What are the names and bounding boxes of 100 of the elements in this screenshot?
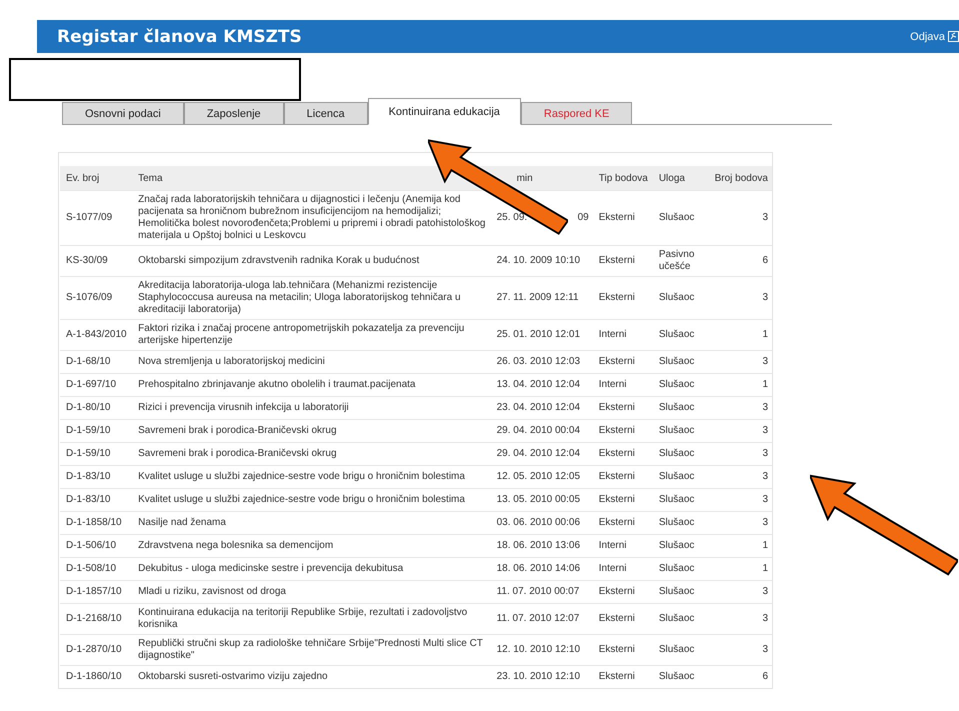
table-cell: Eksterni: [592, 512, 653, 534]
table-cell: A-1-843/2010: [60, 320, 132, 350]
table-cell: Eksterni: [592, 466, 653, 488]
table-cell: Pasivno učešće: [652, 246, 708, 276]
table-cell: 03. 06. 2010 00:06: [490, 512, 593, 534]
tab[interactable]: Zaposlenje: [184, 102, 284, 124]
table-cell: Slušaoc: [652, 420, 708, 442]
table-cell: 3: [708, 190, 772, 246]
table-cell: Eksterni: [592, 420, 653, 442]
table-cell: Mladi u riziku, zavisnost od droga: [132, 580, 491, 604]
table-cell: 12. 10. 2010 12:10: [490, 634, 593, 666]
table-cell: Faktori rizika i značaj procene antropometrijskih pokazatelja za prevenciju arterijske hipertenzije: [132, 320, 491, 350]
table-cell: D-1-59/10: [60, 420, 132, 442]
table-cell: S-1077/09: [60, 190, 132, 246]
table-cell: Kvalitet usluge u službi zajednice-sestre vode brigu o hroničnim bolestima: [132, 488, 491, 512]
table-cell: D-1-508/10: [60, 558, 132, 580]
table-cell: Akreditacija laboratorija-uloga lab.tehničara (Mehanizmi rezistencije Staphylococcusa aureusa na metacilin; Uloga laboratorijskog tehničara u akreditaciji laboratorija): [132, 276, 491, 320]
tab[interactable]: Licenca: [284, 102, 368, 124]
table-cell: Eksterni: [592, 634, 653, 666]
table-cell: 6: [708, 666, 772, 688]
table-cell: Oktobarski simpozijum zdravstvenih radnika Korak u budućnost: [132, 246, 491, 276]
table-cell: 1: [708, 374, 772, 396]
table-cell: Slušaoc: [652, 190, 708, 246]
table-cell: 3: [708, 442, 772, 466]
table-cell: Slušaoc: [652, 276, 708, 320]
table-cell: 18. 06. 2010 14:06: [490, 558, 593, 580]
table-cell: 1: [708, 534, 772, 558]
table-cell: Eksterni: [592, 666, 653, 688]
table-cell: 1: [708, 320, 772, 350]
table-cell: Nova stremljenja u laboratorijskoj medicini: [132, 350, 491, 374]
table-cell: Eksterni: [592, 190, 653, 246]
table-cell: D-1-59/10: [60, 442, 132, 466]
table-cell: 23. 04. 2010 12:04: [490, 396, 593, 420]
table-cell: Savremeni brak i porodica-Braničevski okrug: [132, 442, 491, 466]
table-cell: 3: [708, 604, 772, 634]
table-cell: Eksterni: [592, 396, 653, 420]
tab[interactable]: Osnovni podaci: [62, 102, 184, 124]
table-cell: Slušaoc: [652, 666, 708, 688]
table-cell: 25. 01. 2010 12:01: [490, 320, 593, 350]
table-cell: Slušaoc: [652, 396, 708, 420]
table-cell: Slušaoc: [652, 512, 708, 534]
table-cell: Rizici i prevencija virusnih infekcija u laboratoriji: [132, 396, 491, 420]
table-cell: Interni: [592, 558, 653, 580]
table-cell: Slušaoc: [652, 534, 708, 558]
table-cell: Slušaoc: [652, 604, 708, 634]
table-cell: 3: [708, 420, 772, 442]
column-header: Tip bodova: [592, 166, 653, 190]
table-cell: Slušaoc: [652, 580, 708, 604]
column-header: Ev. broj: [60, 166, 132, 190]
table-cell: Republički stručni skup za radiološke tehničare Srbije"Prednosti Multi slice CT dijagnostike": [132, 634, 491, 666]
table-cell: 27. 11. 2009 12:11: [490, 276, 593, 320]
table-cell: Slušaoc: [652, 634, 708, 666]
tab[interactable]: Kontinuirana edukacija: [368, 98, 521, 125]
table-cell: Slušaoc: [652, 442, 708, 466]
table-cell: Nasilje nad ženama: [132, 512, 491, 534]
table-cell: Dekubitus - uloga medicinske sestre i prevencija dekubitusa: [132, 558, 491, 580]
table-cell: 3: [708, 466, 772, 488]
table-cell: 09: [578, 212, 589, 224]
table-cell: Slušaoc: [652, 558, 708, 580]
app-title: Registar članova KMSZTS: [57, 26, 302, 46]
table-cell: 3: [708, 276, 772, 320]
table-cell: 3: [708, 396, 772, 420]
table-cell: Slušaoc: [652, 488, 708, 512]
table-cell: D-1-68/10: [60, 350, 132, 374]
table-cell: Slušaoc: [652, 320, 708, 350]
table-cell: Eksterni: [592, 488, 653, 512]
table-cell: Interni: [592, 374, 653, 396]
table-cell: Značaj rada laboratorijskih tehničara u dijagnostici i lečenju (Anemija kod pacijenata sa hroničnom bubrežnom insuficijencijom na hemodijalizi; Hemolitička bolest novorođenčeta;Problemi u pripremi i obradi patohistološkog materijala u Opštoj bolnici u Leskovcu: [132, 190, 491, 246]
table-cell: 11. 07. 2010 00:07: [490, 580, 593, 604]
logout-link[interactable]: Odjava: [910, 30, 959, 42]
table-cell: Eksterni: [592, 276, 653, 320]
table-cell: 3: [708, 634, 772, 666]
table-cell: 1: [708, 558, 772, 580]
table-cell: D-1-1858/10: [60, 512, 132, 534]
table-cell: Slušaoc: [652, 466, 708, 488]
table-cell: Slušaoc: [652, 350, 708, 374]
table-cell: Interni: [592, 534, 653, 558]
table-cell: D-1-1860/10: [60, 666, 132, 688]
table-cell: Slušaoc: [652, 374, 708, 396]
table-cell: 18. 06. 2010 13:06: [490, 534, 593, 558]
table-cell: 23. 10. 2010 12:10: [490, 666, 593, 688]
table-cell: 3: [708, 512, 772, 534]
table-cell: Interni: [592, 320, 653, 350]
table-cell: D-1-1857/10: [60, 580, 132, 604]
table-cell: S-1076/09: [60, 276, 132, 320]
table-cell: Eksterni: [592, 604, 653, 634]
table-cell: D-1-2870/10: [60, 634, 132, 666]
column-header: Broj bodova: [708, 166, 772, 190]
table-cell: D-1-80/10: [60, 396, 132, 420]
table-cell: 3: [708, 488, 772, 512]
table-cell: 13. 04. 2010 12:04: [490, 374, 593, 396]
table-cell: 12. 05. 2010 12:05: [490, 466, 593, 488]
table-cell: 24. 10. 2009 10:10: [490, 246, 593, 276]
table-cell: Prehospitalno zbrinjavanje akutno obolelih i traumat.pacijenata: [132, 374, 491, 396]
table-cell: 6: [708, 246, 772, 276]
table-cell: Zdravstvena nega bolesnika sa demencijom: [132, 534, 491, 558]
table-cell: D-1-83/10: [60, 466, 132, 488]
table-cell: Eksterni: [592, 246, 653, 276]
table-cell: 29. 04. 2010 12:04: [490, 442, 593, 466]
table-cell: Kontinuirana edukacija na teritoriji Republike Srbije, rezultati i zadovoljstvo korisnika: [132, 604, 491, 634]
